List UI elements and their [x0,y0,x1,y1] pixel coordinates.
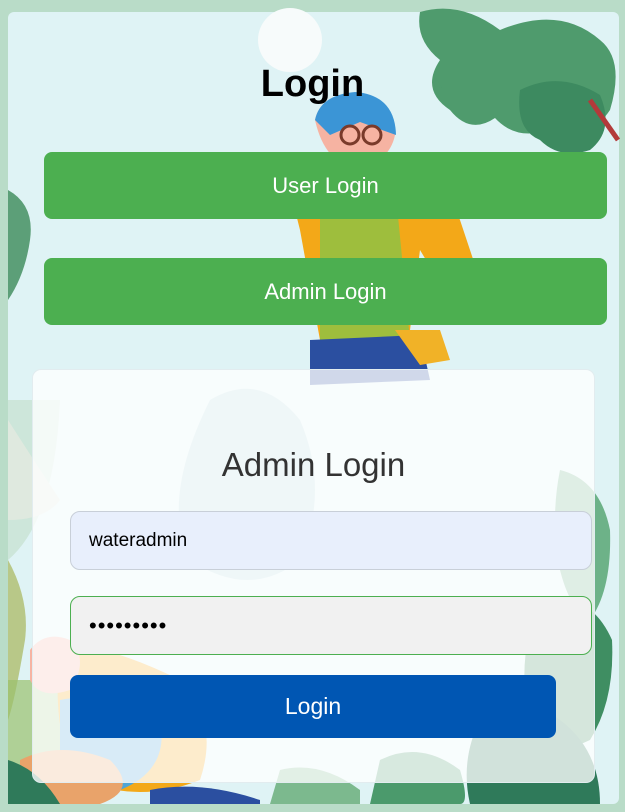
admin-login-heading: Admin Login [221,446,406,483]
admin-login-button[interactable]: Admin Login [44,258,607,325]
username-input[interactable] [70,511,592,570]
password-input[interactable] [70,596,592,655]
user-login-button[interactable]: User Login [44,152,607,219]
login-submit-button[interactable]: Login [70,675,556,738]
admin-login-panel: Admin Login Login [32,369,595,783]
page-title: Login [260,63,365,105]
